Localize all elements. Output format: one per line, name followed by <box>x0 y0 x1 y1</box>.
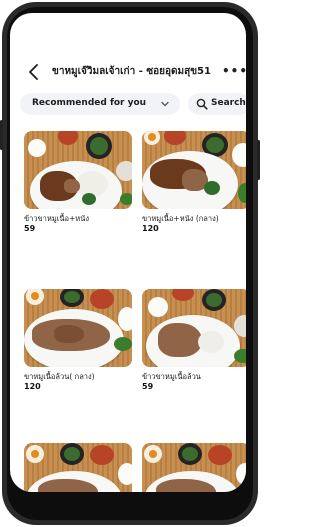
sort-dropdown[interactable]: Recommended for you <box>20 93 180 115</box>
restaurant-title: ขาหมูเจ๊วิมลเจ้าเก่า - ซอยอุดมสุข51 <box>52 66 211 77</box>
menu-item-photo <box>142 131 246 209</box>
menu-item-card[interactable] <box>142 443 246 492</box>
menu-item-name: ข้าวขาหมูเนื้อล้วน <box>142 372 201 381</box>
restaurant-header: ขาหมูเจ๊วิมลเจ้าเก่า - ซอยอุดมสุข51 ••• <box>10 57 246 87</box>
search-button-label: Search <box>211 98 246 108</box>
search-icon <box>196 98 208 110</box>
menu-item-card[interactable]: ขาหมูเนื้อล้วน( กลาง) 120 <box>24 289 132 399</box>
menu-item-photo <box>142 289 246 367</box>
app-screen: ขาหมูเจ๊วิมลเจ้าเก่า - ซอยอุดมสุข51 ••• … <box>10 13 246 492</box>
search-button[interactable]: Search <box>188 93 246 115</box>
menu-item-price: 120 <box>142 224 159 233</box>
menu-item-price: 59 <box>142 382 154 391</box>
menu-item-name: ข้าวขาหมูเนื้อ+หนัง <box>24 214 89 223</box>
power-button <box>257 140 260 180</box>
menu-item-card[interactable]: ข้าวขาหมูเนื้อล้วน 59 <box>142 289 246 399</box>
menu-item-photo <box>24 443 132 492</box>
sort-dropdown-label: Recommended for you <box>32 98 147 108</box>
menu-item-card[interactable]: ขาหมูเนื้อ+หนัง (กลาง) 120 <box>142 131 246 241</box>
menu-item-price: 59 <box>24 224 36 233</box>
volume-button <box>0 120 3 150</box>
menu-item-card[interactable] <box>24 443 132 492</box>
chevron-down-icon <box>161 101 169 107</box>
menu-grid: ข้าวขาหมูเนื้อ+หนัง 59 ขาหมูเนื้อ+หนัง (… <box>10 125 246 492</box>
menu-item-photo <box>24 289 132 367</box>
menu-item-photo <box>142 443 246 492</box>
chevron-left-icon[interactable] <box>24 60 44 84</box>
menu-item-card[interactable]: ข้าวขาหมูเนื้อ+หนัง 59 <box>24 131 132 241</box>
menu-item-price: 120 <box>24 382 41 391</box>
filter-bar: Recommended for you Search <box>10 93 246 117</box>
more-horizontal-icon[interactable]: ••• <box>222 63 246 81</box>
menu-item-photo <box>24 131 132 209</box>
